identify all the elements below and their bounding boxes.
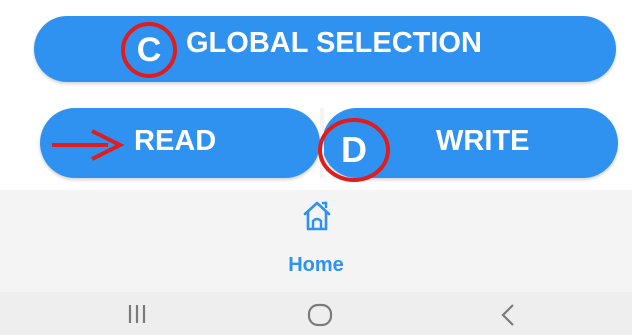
global-selection-label: GLOBAL SELECTION: [186, 27, 482, 59]
annotation-arrow-icon: [52, 129, 125, 161]
recents-icon[interactable]: [126, 302, 148, 326]
back-chevron-icon[interactable]: [498, 302, 518, 328]
write-label: WRITE: [436, 125, 530, 157]
tab-home-label: Home: [288, 254, 344, 276]
annotation-letter-d: D: [341, 129, 367, 170]
read-label: READ: [134, 125, 217, 157]
annotation-letter-c: C: [136, 30, 162, 69]
system-navigation-bar: [0, 292, 632, 335]
tab-home[interactable]: Home: [276, 192, 356, 284]
circle-home-icon[interactable]: [306, 302, 334, 328]
home-icon: [303, 201, 331, 231]
